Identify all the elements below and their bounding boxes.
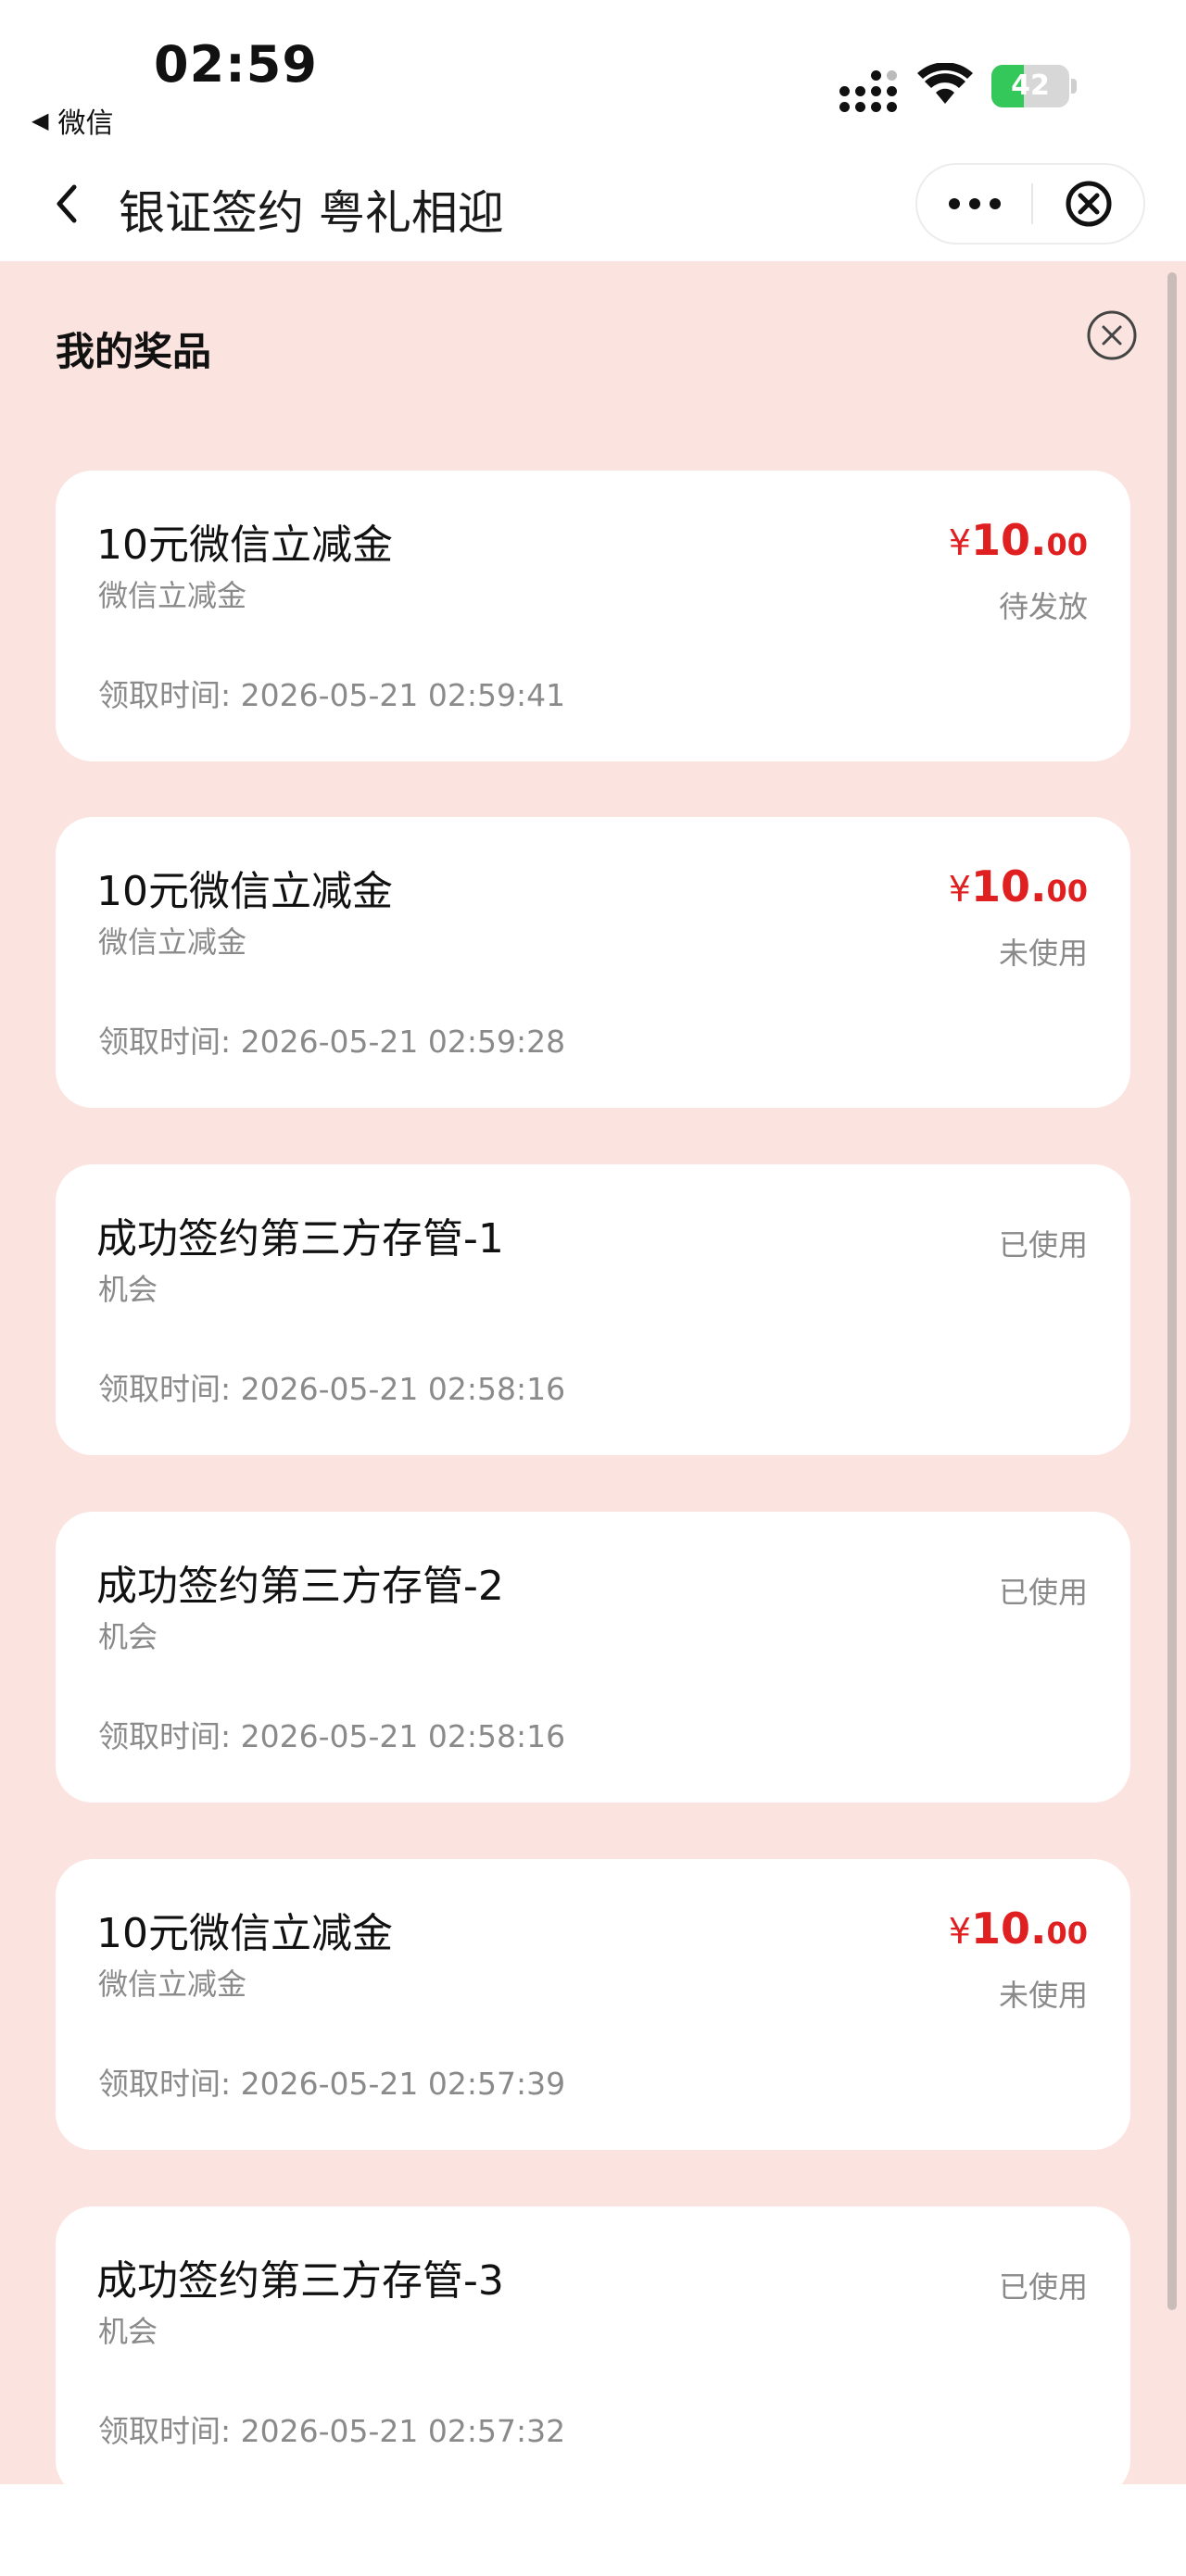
prize-name: 10元微信立减金 (96, 868, 393, 915)
wifi-icon (917, 63, 973, 104)
bottom-safe-area (0, 2484, 1186, 2576)
currency-symbol: ¥ (948, 1911, 971, 1952)
prize-type: 微信立减金 (98, 924, 247, 960)
battery-icon: 42 (991, 65, 1077, 107)
prize-type: 机会 (98, 1272, 158, 1307)
page-title: 银证签约 粤礼相迎 (119, 186, 504, 240)
cellular-signal-icon (839, 70, 897, 112)
prize-claim-time: 领取时间: 2026-05-21 02:58:16 (98, 1371, 566, 1407)
prize-type: 微信立减金 (98, 578, 247, 613)
nav-bar: 银证签约 粤礼相迎 (0, 148, 1186, 259)
prize-amount: ¥10.00 (949, 1904, 1088, 1954)
prize-name: 成功签约第三方存管-2 (96, 1563, 504, 1610)
prize-name: 10元微信立减金 (96, 521, 393, 569)
prize-claim-time: 领取时间: 2026-05-21 02:58:16 (98, 1718, 566, 1754)
status-time: 02:59 (154, 35, 318, 94)
prize-status: 已使用 (998, 1575, 1088, 1610)
prize-card[interactable]: 10元微信立减金 微信立减金 领取时间: 2026-05-21 02:59:28… (56, 817, 1130, 1108)
prize-status: 已使用 (998, 2269, 1088, 2305)
back-app-label: 微信 (57, 107, 114, 140)
prize-card[interactable]: 10元微信立减金 微信立减金 领取时间: 2026-05-21 02:59:41… (56, 471, 1130, 761)
prize-claim-time: 领取时间: 2026-05-21 02:59:41 (98, 677, 566, 713)
battery-level: 42 (1011, 69, 1050, 102)
prize-status: 已使用 (998, 1227, 1088, 1263)
prize-amount: ¥10.00 (949, 861, 1088, 911)
amount-decimal: 00 (1046, 873, 1088, 909)
prize-claim-time: 领取时间: 2026-05-21 02:57:39 (98, 2066, 566, 2102)
prize-card[interactable]: 成功签约第三方存管-3 机会 领取时间: 2026-05-21 02:57:32… (56, 2206, 1130, 2484)
prize-type: 机会 (98, 2314, 158, 2349)
prize-panel: 我的奖品 10元微信立减金 微信立减金 领取时间: 2026-05-21 02:… (0, 261, 1186, 2484)
scrollbar[interactable] (1167, 272, 1177, 2310)
amount-integer: 10. (970, 515, 1047, 565)
prize-status: 未使用 (998, 1978, 1088, 2013)
prize-card[interactable]: 10元微信立减金 微信立减金 领取时间: 2026-05-21 02:57:39… (56, 1859, 1130, 2150)
prize-status: 待发放 (998, 589, 1088, 624)
currency-symbol: ¥ (948, 522, 971, 563)
status-bar: 02:59 ◀ 微信 42 (0, 0, 1186, 148)
back-triangle-icon: ◀ (32, 107, 49, 133)
prize-type: 微信立减金 (98, 1967, 247, 2002)
back-to-app-link[interactable]: ◀ 微信 (32, 100, 113, 141)
prize-name: 成功签约第三方存管-3 (96, 2257, 504, 2305)
currency-symbol: ¥ (948, 869, 971, 910)
section-title: 我的奖品 (56, 329, 212, 374)
amount-integer: 10. (970, 1904, 1047, 1954)
prize-status: 未使用 (998, 936, 1088, 971)
amount-decimal: 00 (1046, 1916, 1088, 1951)
prize-claim-time: 领取时间: 2026-05-21 02:59:28 (98, 1024, 566, 1060)
amount-integer: 10. (970, 861, 1047, 911)
close-circle-icon (1066, 181, 1112, 227)
prize-claim-time: 领取时间: 2026-05-21 02:57:32 (98, 2413, 566, 2449)
prize-name: 成功签约第三方存管-1 (96, 1215, 504, 1263)
miniprogram-capsule (915, 163, 1145, 245)
prize-type: 机会 (98, 1619, 158, 1654)
amount-decimal: 00 (1046, 527, 1088, 562)
prize-amount: ¥10.00 (949, 515, 1088, 565)
prize-name: 10元微信立减金 (96, 1910, 393, 1957)
close-panel-icon[interactable] (1084, 308, 1140, 363)
close-miniprogram-button[interactable] (1033, 165, 1144, 243)
prize-card[interactable]: 成功签约第三方存管-2 机会 领取时间: 2026-05-21 02:58:16… (56, 1512, 1130, 1803)
more-dots-icon (948, 198, 960, 209)
more-options-button[interactable] (917, 165, 1031, 243)
back-chevron-icon[interactable] (48, 176, 85, 232)
prize-card[interactable]: 成功签约第三方存管-1 机会 领取时间: 2026-05-21 02:58:16… (56, 1164, 1130, 1455)
